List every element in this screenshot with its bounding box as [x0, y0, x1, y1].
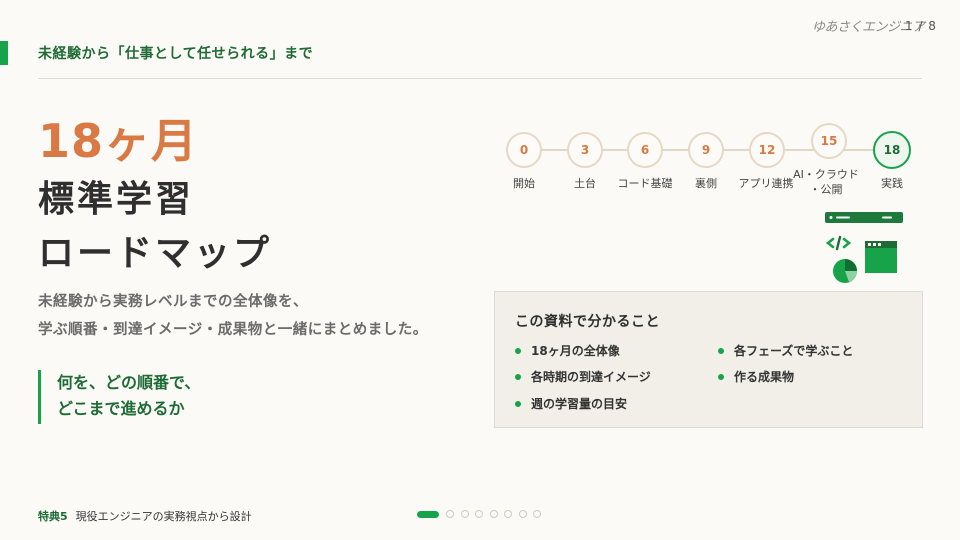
timeline-label-6: コード基礎: [617, 177, 673, 190]
timeline-node-0: 0: [506, 132, 542, 168]
info-item-text: 週の学習量の目安: [531, 397, 628, 411]
footer-text: 現役エンジニアの実務視点から設計: [75, 510, 252, 523]
timeline-node-6: 6: [627, 132, 663, 168]
info-item: 18ヶ月の全体像: [515, 342, 620, 359]
timeline-label-15-line-1: AI・クラウド: [793, 168, 859, 181]
pager-dot-1[interactable]: [417, 510, 439, 518]
info-item-text: 作る成果物: [734, 370, 795, 384]
pager-dot-5[interactable]: [489, 510, 498, 518]
bullet-dot-icon: [515, 400, 521, 407]
info-box: この資料で分かること 18ヶ月の全体像 各フェーズで学ぶこと 各時期の到達イメー…: [494, 291, 923, 428]
info-box-title: この資料で分かること: [515, 314, 660, 330]
tech-illustration: [822, 210, 906, 286]
timeline-label-18: 実践: [881, 177, 903, 190]
bullet-dot-icon: [718, 347, 724, 354]
browser-window-icon: [825, 212, 903, 283]
dashboard-icon: [865, 241, 897, 273]
info-item: 各フェーズで学ぶこと: [718, 342, 853, 359]
duration-heading: 18ヶ月: [38, 114, 199, 168]
info-item: 週の学習量の目安: [515, 395, 627, 412]
page-title: 標準学習 ロードマップ: [38, 173, 272, 281]
header-title: 未経験から「仕事として任せられる」まで: [38, 46, 314, 62]
timeline-label-0: 開始: [513, 177, 535, 190]
subtitle-line-2: 学ぶ順番・到達イメージ・成果物と一緒にまとめました。: [38, 322, 428, 338]
timeline-node-18: 18: [873, 131, 911, 169]
pie-chart-icon: [833, 259, 857, 283]
title-line-2: ロードマップ: [38, 233, 273, 274]
subtitle-line-1: 未経験から実務レベルまでの全体像を、: [38, 294, 308, 310]
info-item-text: 各フェーズで学ぶこと: [734, 344, 854, 358]
quote-line-1: 何を、どの順番で、: [57, 373, 201, 392]
bullet-dot-icon: [515, 347, 521, 354]
timeline-label-15-line-2: ・公開: [809, 183, 843, 196]
code-icon: [825, 235, 852, 251]
bullet-dot-icon: [718, 373, 724, 380]
pager-dot-6[interactable]: [504, 510, 512, 518]
pager-dot-8[interactable]: [533, 510, 541, 518]
key-question-quote: 何を、どの順番で、 どこまで進めるか: [38, 370, 200, 424]
pager-dot-2[interactable]: [446, 510, 454, 518]
quote-line-2: どこまで進めるか: [57, 399, 185, 418]
pager-dot-7[interactable]: [518, 510, 527, 518]
subtitle: 未経験から実務レベルまでの全体像を、 学ぶ順番・到達イメージ・成果物と一緒にまと…: [38, 288, 428, 344]
header-divider: [38, 78, 922, 79]
timeline-label-15: AI・クラウド ・公開: [791, 167, 861, 197]
pager-dot-3[interactable]: [460, 510, 469, 518]
info-item: 作る成果物: [718, 368, 794, 385]
header-accent-bar: [0, 41, 8, 65]
slide: 未経験から「仕事として任せられる」まで ゆあさくエンジニア 1 / 8 18ヶ月…: [0, 0, 960, 540]
info-item-text: 各時期の到達イメージ: [531, 370, 651, 384]
info-item: 各時期の到達イメージ: [515, 368, 651, 385]
timeline-node-15: 15: [811, 123, 847, 159]
bullet-dot-icon: [515, 373, 521, 380]
timeline-node-9: 9: [688, 132, 724, 168]
timeline-node-12: 12: [749, 132, 785, 168]
page-indicator: 1 / 8: [905, 19, 937, 33]
footer: 特典5 現役エンジニアの実務視点から設計: [38, 508, 252, 524]
slide-pager[interactable]: [417, 510, 548, 518]
title-line-1: 標準学習: [38, 179, 195, 220]
info-item-text: 18ヶ月の全体像: [531, 344, 620, 358]
timeline-node-3: 3: [567, 132, 603, 168]
roadmap-timeline: 0 開始 3 土台 6 コード基礎 9 裏側 12 アプリ連携 15 AI・クラ…: [505, 122, 925, 202]
footer-tag: 特典5: [38, 510, 68, 523]
pager-dot-4[interactable]: [475, 510, 483, 518]
